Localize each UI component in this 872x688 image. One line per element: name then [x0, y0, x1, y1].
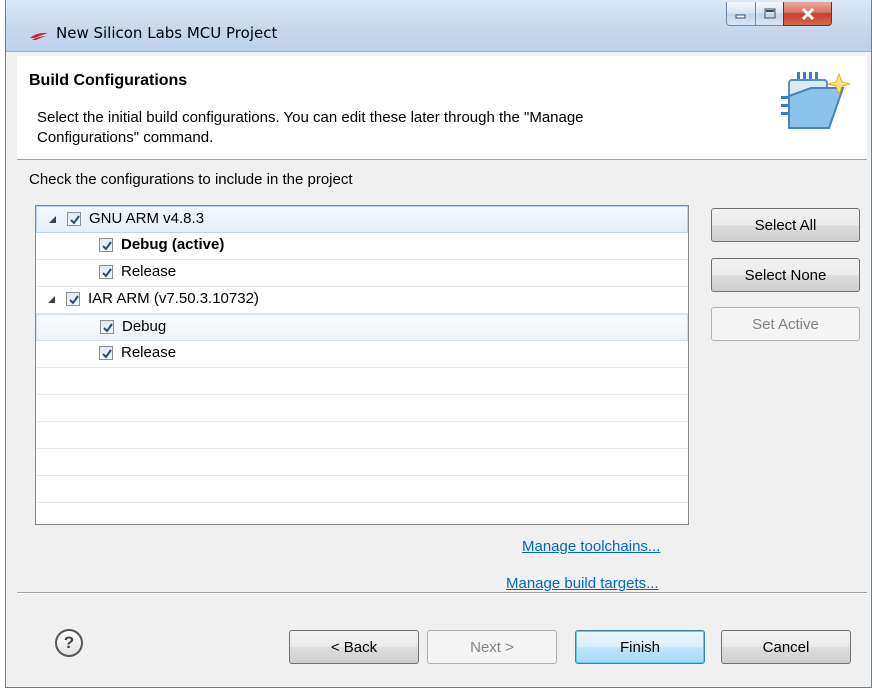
help-icon[interactable]: ? — [55, 629, 83, 657]
minimize-icon — [735, 14, 746, 18]
page-description: Select the initial build configurations.… — [37, 108, 737, 148]
tree-row-iar-arm[interactable]: IAR ARM (v7.50.3.10732) — [36, 287, 688, 314]
checkmark-icon — [69, 295, 79, 305]
tree-label: Release — [121, 344, 177, 361]
empty-row — [36, 422, 688, 449]
empty-row — [36, 476, 688, 503]
empty-row — [36, 503, 688, 524]
window-title: New Silicon Labs MCU Project — [56, 24, 278, 42]
manage-build-targets-link[interactable]: Manage build targets... — [506, 575, 659, 592]
select-none-button[interactable]: Select None — [711, 258, 860, 292]
empty-row — [36, 368, 688, 395]
finish-button[interactable]: Finish — [575, 630, 705, 664]
tree-label: GNU ARM v4.8.3 — [89, 210, 205, 227]
tree-row-iar-debug[interactable]: Debug — [36, 314, 688, 341]
set-active-button[interactable]: Set Active — [711, 307, 860, 341]
configurations-tree[interactable]: GNU ARM v4.8.3 Debug (active) Release IA… — [35, 205, 689, 525]
minimize-button[interactable] — [726, 2, 756, 26]
close-icon — [801, 7, 814, 20]
expanded-arrow-icon[interactable] — [48, 296, 55, 303]
checkbox-iar-debug[interactable] — [100, 320, 114, 334]
dialog-window: New Silicon Labs MCU Project Build Confi… — [5, 0, 872, 688]
silicon-labs-logo-icon — [30, 32, 48, 40]
instruction-label: Check the configurations to include in t… — [29, 171, 353, 188]
cancel-button[interactable]: Cancel — [721, 630, 851, 664]
tree-label: IAR ARM (v7.50.3.10732) — [88, 290, 259, 307]
tree-label: Release — [121, 263, 177, 280]
tree-row-gnu-debug[interactable]: Debug (active) — [36, 233, 688, 260]
checkbox-gnu-debug[interactable] — [99, 238, 113, 252]
maximize-button[interactable] — [755, 2, 784, 26]
checkbox-gnu-release[interactable] — [99, 265, 113, 279]
select-all-button[interactable]: Select All — [711, 208, 860, 242]
title-bar[interactable]: New Silicon Labs MCU Project — [6, 0, 871, 52]
maximize-icon — [764, 8, 775, 19]
checkmark-icon — [103, 323, 113, 333]
checkmark-icon — [102, 241, 112, 251]
empty-row — [36, 449, 688, 476]
checkbox-gnu-arm[interactable] — [67, 212, 81, 226]
footer-separator — [17, 592, 867, 594]
checkmark-icon — [70, 215, 80, 225]
checkmark-icon — [102, 349, 112, 359]
tree-label: Debug (active) — [121, 236, 225, 253]
checkmark-icon — [102, 268, 112, 278]
expanded-arrow-icon[interactable] — [49, 216, 56, 223]
tree-row-iar-release[interactable]: Release — [36, 341, 688, 368]
tree-row-gnu-release[interactable]: Release — [36, 260, 688, 287]
page-content: Check the configurations to include in t… — [17, 161, 867, 592]
page-title: Build Configurations — [29, 72, 188, 89]
tree-row-gnu-arm[interactable]: GNU ARM v4.8.3 — [36, 206, 688, 233]
empty-row — [36, 395, 688, 422]
checkbox-iar-release[interactable] — [99, 346, 113, 360]
tree-label: Debug — [122, 318, 167, 335]
next-button[interactable]: Next > — [427, 630, 557, 664]
back-button[interactable]: < Back — [289, 630, 419, 664]
description-line-2: Configurations" command. — [37, 129, 214, 146]
wizard-banner: Build Configurations Select the initial … — [17, 56, 867, 160]
checkbox-iar-arm[interactable] — [66, 292, 80, 306]
description-line-1: Select the initial build configurations.… — [37, 109, 584, 126]
new-project-wizard-icon — [781, 72, 851, 129]
close-button[interactable] — [783, 2, 832, 26]
manage-toolchains-link[interactable]: Manage toolchains... — [522, 538, 660, 555]
